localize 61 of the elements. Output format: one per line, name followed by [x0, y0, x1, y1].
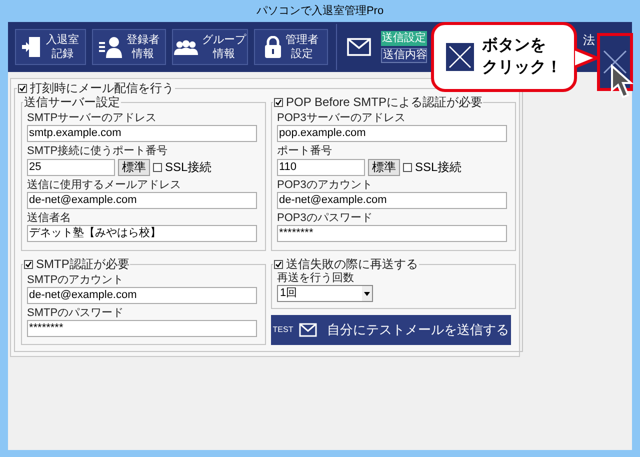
mail-icon: [347, 38, 371, 56]
text-field[interactable]: smtp.example.com: [27, 125, 257, 142]
door-icon: [22, 36, 42, 58]
group-title: 送信失敗の際に再送する: [286, 257, 418, 271]
check-icon: [25, 260, 32, 268]
group-title: 送信サーバー設定: [24, 95, 120, 109]
text-field[interactable]: 25: [27, 158, 115, 176]
field-label: 送信者名: [27, 211, 71, 225]
field-label: 送信に使用するメールアドレス: [27, 178, 181, 192]
check-icon: [275, 98, 282, 106]
text-field[interactable]: ********: [27, 320, 257, 337]
text-field[interactable]: pop.example.com: [277, 125, 507, 142]
checkbox[interactable]: [274, 260, 283, 268]
checkbox[interactable]: [274, 98, 283, 106]
callout-text: クリック！: [482, 58, 562, 78]
checkbox[interactable]: [153, 162, 162, 172]
group-title: SMTP認証が必要: [36, 257, 130, 271]
text-field[interactable]: de-net@example.com: [27, 287, 257, 304]
checkbox-label: SSL接続: [165, 159, 212, 176]
field-label: SMTPのアカウント: [27, 273, 124, 287]
text-field[interactable]: 110: [277, 158, 365, 176]
field-label: SMTPのパスワード: [27, 306, 124, 320]
default-button[interactable]: 標準: [368, 158, 400, 176]
text-field[interactable]: ********: [277, 225, 507, 242]
padlock-icon: [264, 36, 282, 58]
field-label: ポート番号: [277, 144, 332, 158]
cursor-icon: [610, 64, 634, 100]
callout-text: ボタンを: [482, 36, 547, 56]
field-label: SMTPサーバーのアドレス: [27, 111, 157, 125]
mail-icon: [299, 323, 318, 337]
field-label: POP3サーバーのアドレス: [277, 111, 406, 125]
checkbox[interactable]: [18, 84, 27, 92]
toolbar-button[interactable]: 入退室 記録: [15, 29, 86, 65]
text-field[interactable]: de-net@example.com: [277, 192, 507, 209]
checkbox[interactable]: [403, 162, 412, 172]
checkbox[interactable]: [24, 260, 33, 268]
text-field[interactable]: デネット塾【みやはら校】: [27, 225, 257, 242]
check-icon: [275, 260, 282, 268]
field-label: 再送を行う回数: [277, 271, 354, 285]
field-label: POP3のパスワード: [277, 211, 372, 225]
field-label: POP3のアカウント: [277, 178, 372, 192]
window-title: パソコンで入退室管理Pro: [256, 4, 384, 19]
group-title: POP Before SMTPによる認証が必要: [286, 95, 482, 109]
check-icon: [19, 84, 26, 92]
badge-text: TEST: [272, 324, 294, 336]
person-icon: [98, 36, 122, 58]
toolbar-button[interactable]: 管理者 設定: [254, 29, 328, 65]
test-mail-button[interactable]: TEST 自分にテストメールを送信する: [271, 315, 511, 345]
menu-label: 法: [583, 32, 595, 49]
text-field[interactable]: de-net@example.com: [27, 192, 257, 209]
default-button[interactable]: 標準: [118, 158, 150, 176]
mail-tab[interactable]: 送信内容: [381, 48, 427, 63]
toolbar-button[interactable]: グループ 情報: [172, 29, 248, 65]
close-icon: [446, 41, 474, 73]
checkbox-label: SSL接続: [415, 159, 462, 176]
toolbar-button[interactable]: 登録者 情報: [92, 29, 166, 65]
dropdown[interactable]: 1回: [277, 285, 373, 302]
field-label: SMTP接続に使うポート番号: [27, 144, 168, 158]
group-title: 打刻時にメール配信を行う: [30, 81, 174, 95]
people-icon: [174, 39, 198, 55]
close-icon: [602, 49, 628, 75]
